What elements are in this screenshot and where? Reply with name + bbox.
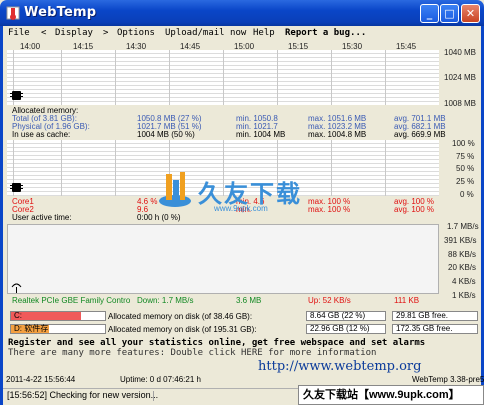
memory-cache-value: 1004 MB (50 %)	[137, 130, 195, 139]
memory-graph[interactable]	[7, 50, 439, 105]
grid-line	[223, 50, 224, 105]
promo-register[interactable]: Register and see all your statistics onl…	[8, 338, 425, 348]
user-active-label: User active time:	[12, 213, 72, 222]
net-axis-label: 391 KB/s	[444, 236, 477, 245]
status-separator	[153, 391, 154, 401]
grid-line	[385, 50, 386, 105]
disk-d-letter: D: 软件存	[14, 324, 49, 333]
disk-c-used: 8.64 GB (22 %)	[306, 311, 386, 321]
cpu-axis-label: 100 %	[452, 139, 475, 148]
promo-features[interactable]: There are many more features: Double cli…	[8, 348, 376, 358]
memory-cache-label: In use as cache:	[12, 130, 71, 139]
disk-c-bar[interactable]: C:	[10, 311, 106, 321]
menu-next[interactable]: >	[103, 26, 108, 40]
close-icon: ✕	[465, 7, 476, 20]
cpu-chip-icon	[10, 183, 23, 192]
disk-d-free: 172.35 GB free.	[392, 324, 478, 334]
cpu-axis-label: 75 %	[456, 152, 475, 161]
cpu-axis-label: 0 %	[460, 190, 474, 199]
network-up: Up: 52 KB/s	[308, 296, 351, 305]
net-axis-label: 1 KB/s	[452, 291, 476, 300]
memory-axis-label: 1008 MB	[444, 99, 477, 108]
cpu-core2-max: max. 100 %	[308, 205, 351, 214]
memory-cache-avg: avg. 669.9 MB	[394, 130, 446, 139]
network-antenna-icon	[11, 283, 22, 293]
version: WebTemp 3.38-pre5	[412, 375, 484, 384]
net-axis-label: 1.7 MB/s	[447, 222, 479, 231]
status-message: [15:56:52] Checking for new version...	[7, 390, 159, 400]
menu-options[interactable]: Options	[117, 26, 155, 40]
maximize-button[interactable]: □	[440, 4, 459, 23]
watermark-logo-icon	[159, 172, 191, 207]
disk-c-label: Allocated memory on disk (of 38.46 GB):	[108, 312, 253, 321]
memory-axis-label: 1040 MB	[444, 48, 477, 57]
cpu-axis-label: 50 %	[456, 164, 475, 173]
menu-bar: File < Display > Options Upload/mail now…	[3, 26, 481, 40]
uptime: Uptime: 0 d 07:46:21 h	[120, 375, 201, 384]
disk-d-bar[interactable]: D: 软件存	[10, 324, 106, 334]
network-down: Down: 1.7 MB/s	[137, 296, 194, 305]
memory-cache-min: min. 1004 MB	[236, 130, 286, 139]
disk-d-label: Allocated memory on disk (of 195.31 GB):	[108, 325, 257, 334]
disk-c-free: 29.81 GB free.	[392, 311, 478, 321]
grid-line	[277, 50, 278, 105]
network-down-total: 3.6 MB	[236, 296, 262, 305]
grid-line	[385, 140, 386, 196]
watermark-url: www.9upk.com	[214, 204, 268, 213]
minimize-button[interactable]: _	[420, 4, 439, 23]
menu-file[interactable]: File	[8, 26, 30, 40]
menu-help[interactable]: Help	[253, 26, 275, 40]
close-button[interactable]: ✕	[461, 4, 480, 23]
grid-line	[115, 140, 116, 196]
watermark: 久友下载 www.9upk.com	[158, 170, 308, 220]
maximize-icon: □	[444, 7, 455, 20]
download-banner: 久友下载站【www.9upk.com】	[298, 385, 484, 405]
grid-line	[331, 140, 332, 196]
grid-line	[169, 50, 170, 105]
window-frame-left	[0, 26, 3, 405]
grid-line	[61, 50, 62, 105]
disk-d-used: 22.96 GB (12 %)	[306, 324, 386, 334]
webtemp-link[interactable]: http://www.webtemp.org	[258, 359, 421, 374]
app-icon	[6, 6, 20, 20]
menu-display[interactable]: Display	[55, 26, 93, 40]
network-adapter: Realtek PCIe GBE Family Contro	[12, 296, 131, 305]
net-axis-label: 20 KB/s	[448, 263, 477, 272]
minimize-icon: _	[426, 7, 433, 20]
memory-chip-icon	[10, 91, 23, 100]
grid-line	[115, 50, 116, 105]
window-title: WebTemp	[24, 5, 97, 20]
cpu-axis-label: 25 %	[456, 177, 475, 186]
grid-line	[331, 50, 332, 105]
memory-axis-label: 1024 MB	[444, 73, 477, 82]
cpu-core2-avg: avg. 100 %	[394, 205, 435, 214]
net-axis-label: 4 KB/s	[452, 277, 476, 286]
title-bar[interactable]: WebTemp _ □ ✕	[0, 0, 484, 26]
network-graph[interactable]	[7, 224, 439, 294]
net-axis-label: 88 KB/s	[448, 250, 477, 259]
disk-c-letter: C:	[14, 311, 22, 320]
datetime: 2011-4-22 15:56:44	[6, 375, 76, 384]
menu-upload[interactable]: Upload/mail now	[165, 26, 246, 40]
grid-line	[61, 140, 62, 196]
network-up-total: 111 KB	[394, 296, 420, 305]
menu-prev[interactable]: <	[41, 26, 46, 40]
memory-cache-max: max. 1004.8 MB	[308, 130, 367, 139]
menu-report-bug[interactable]: Report a bug...	[285, 26, 366, 40]
